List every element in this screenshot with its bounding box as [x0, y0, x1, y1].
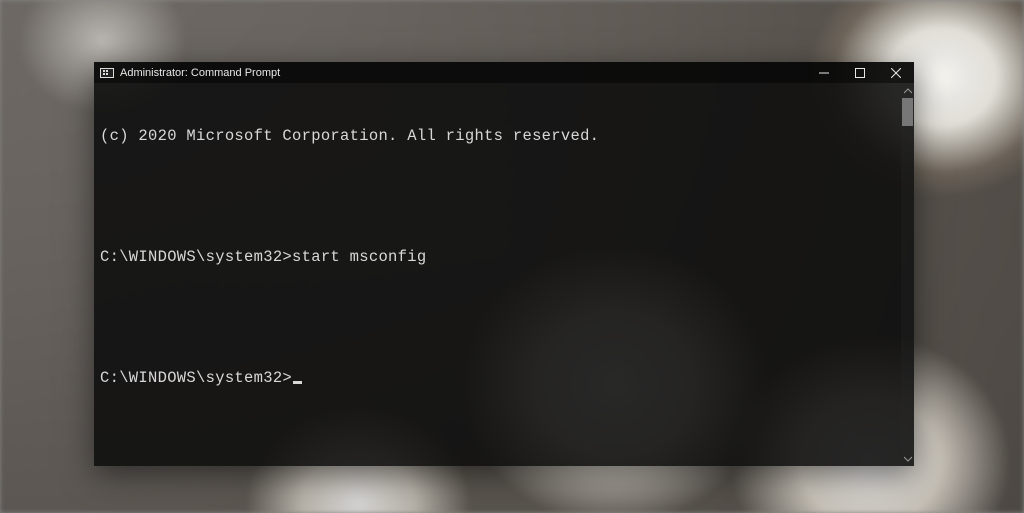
window-title: Administrator: Command Prompt: [120, 67, 280, 79]
scroll-thumb[interactable]: [902, 98, 913, 126]
terminal-prompt: C:\WINDOWS\system32>: [100, 369, 292, 387]
cmd-icon: [100, 68, 114, 78]
vertical-scrollbar[interactable]: [901, 83, 914, 466]
cursor: [293, 381, 302, 384]
close-icon: [891, 68, 901, 78]
terminal-line: (c) 2020 Microsoft Corporation. All righ…: [100, 126, 908, 146]
scroll-down-button[interactable]: [901, 451, 914, 466]
terminal-output[interactable]: (c) 2020 Microsoft Corporation. All righ…: [94, 83, 914, 466]
window-controls: [806, 62, 914, 83]
terminal-prompt-line: C:\WINDOWS\system32>: [100, 368, 908, 388]
command-prompt-window: Administrator: Command Prompt (c) 2020 M…: [94, 62, 914, 466]
terminal-line: [100, 308, 908, 328]
maximize-icon: [855, 68, 865, 78]
terminal-line: [100, 187, 908, 207]
chevron-up-icon: [904, 88, 912, 94]
close-button[interactable]: [878, 62, 914, 83]
scroll-up-button[interactable]: [901, 83, 914, 98]
minimize-icon: [819, 68, 829, 78]
chevron-down-icon: [904, 456, 912, 462]
minimize-button[interactable]: [806, 62, 842, 83]
titlebar[interactable]: Administrator: Command Prompt: [94, 62, 914, 83]
terminal-line: C:\WINDOWS\system32>start msconfig: [100, 247, 908, 267]
maximize-button[interactable]: [842, 62, 878, 83]
